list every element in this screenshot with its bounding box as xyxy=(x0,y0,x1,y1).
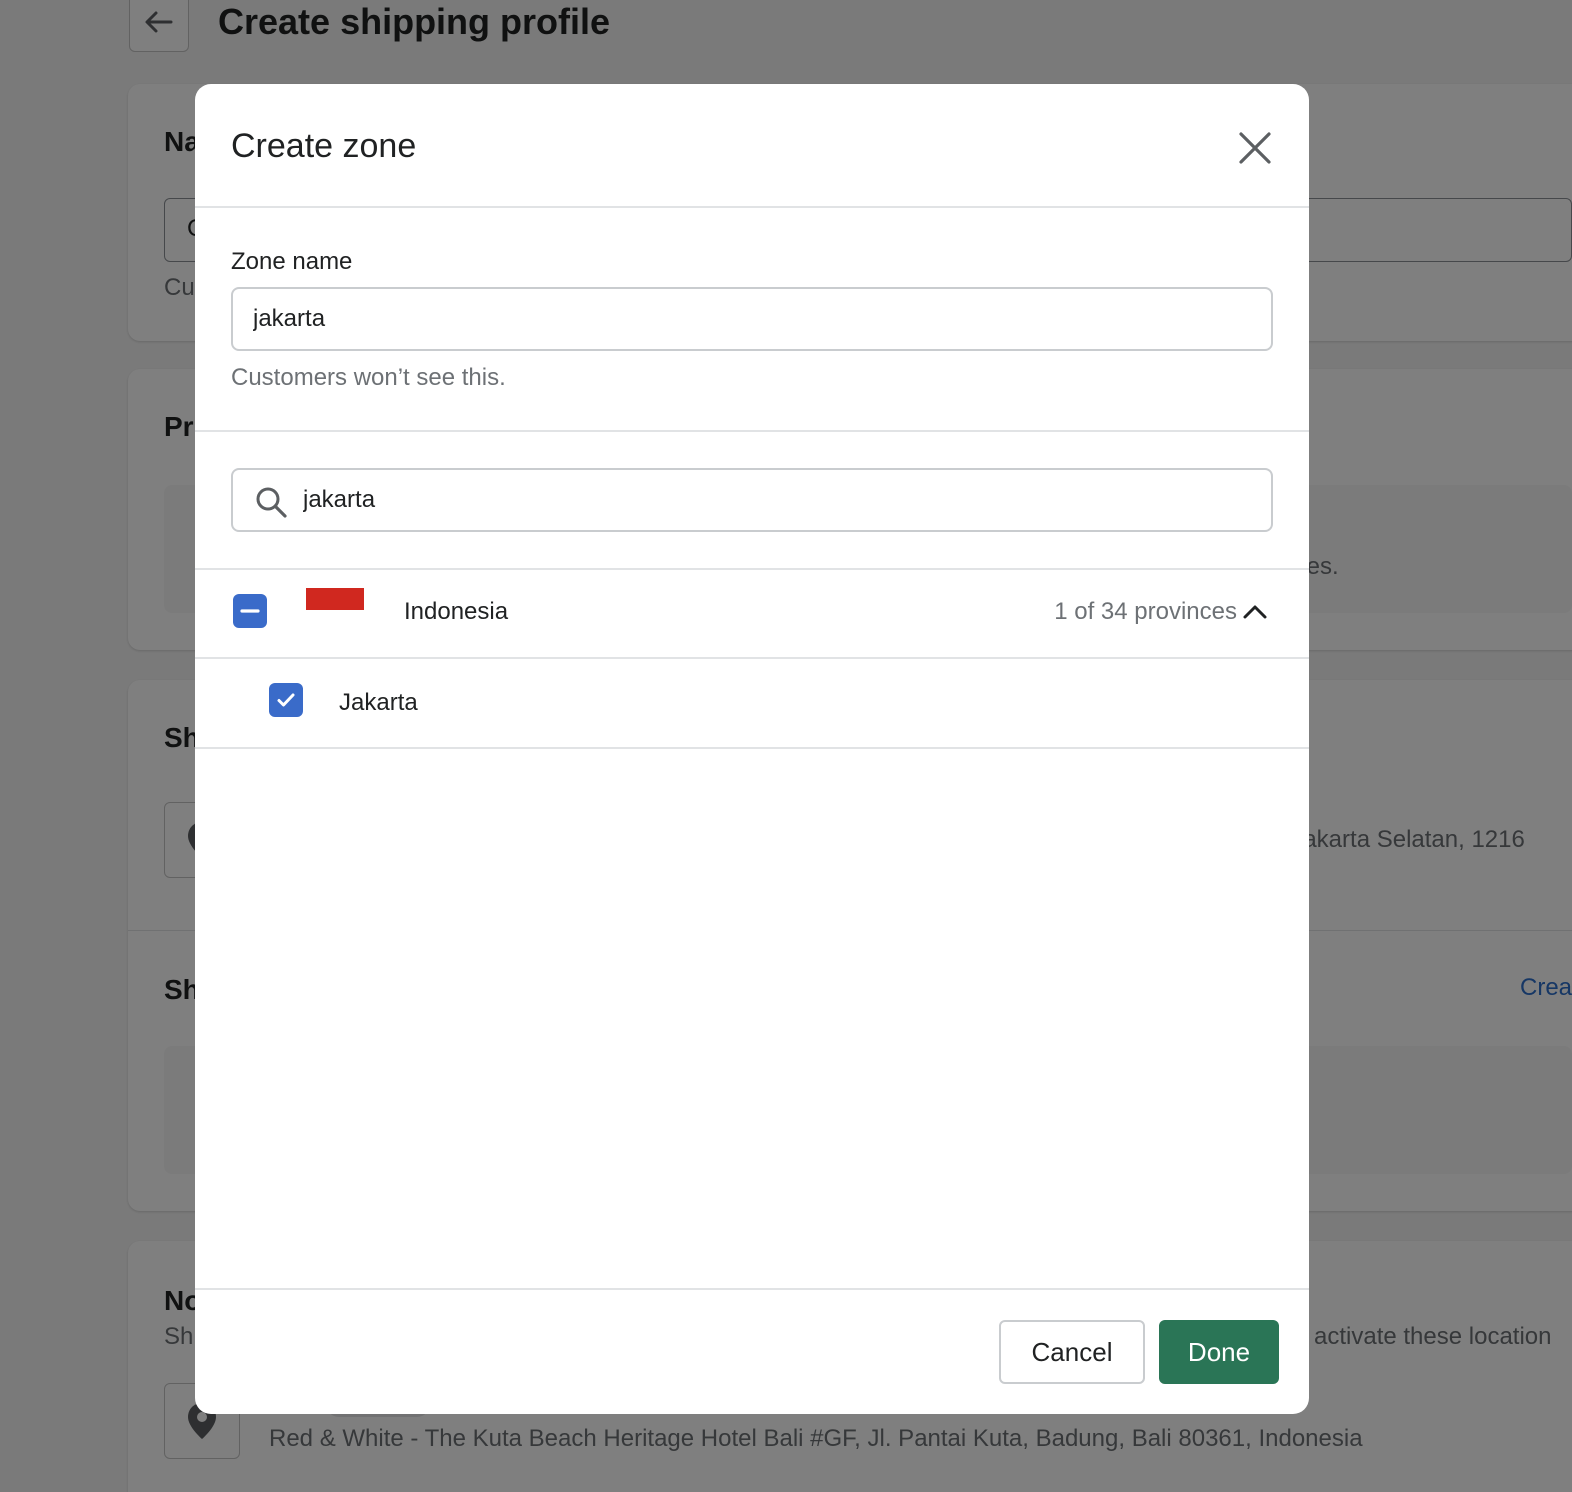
close-icon xyxy=(1239,132,1271,164)
country-checkbox-indeterminate[interactable] xyxy=(233,594,267,628)
country-name: Indonesia xyxy=(404,598,509,625)
cancel-button[interactable]: Cancel xyxy=(999,1320,1145,1384)
country-search-field[interactable] xyxy=(231,468,1273,532)
close-button[interactable] xyxy=(1231,124,1279,172)
indonesia-flag-icon xyxy=(306,588,364,610)
zone-name-input[interactable] xyxy=(231,287,1273,351)
province-row-jakarta[interactable]: Jakarta xyxy=(195,659,1309,749)
search-icon xyxy=(256,487,287,518)
create-zone-modal: Create zone Zone name Customers won’t se… xyxy=(195,84,1309,1414)
done-button[interactable]: Done xyxy=(1159,1320,1279,1384)
province-checkbox-checked[interactable] xyxy=(269,683,303,717)
search-input[interactable] xyxy=(303,470,1261,530)
checkmark-icon xyxy=(277,693,295,707)
modal-footer: Cancel Done xyxy=(195,1288,1309,1414)
minus-icon xyxy=(240,609,260,613)
modal-header: Create zone xyxy=(195,84,1309,208)
section-divider xyxy=(195,430,1309,432)
province-count: 1 of 34 provinces xyxy=(1054,598,1237,625)
zone-name-help: Customers won’t see this. xyxy=(231,364,506,391)
zone-name-label: Zone name xyxy=(231,248,353,275)
chevron-up-icon[interactable] xyxy=(1241,598,1269,626)
country-row-indonesia[interactable]: Indonesia 1 of 34 provinces xyxy=(195,570,1309,659)
province-name: Jakarta xyxy=(339,689,418,716)
modal-title: Create zone xyxy=(231,127,417,165)
